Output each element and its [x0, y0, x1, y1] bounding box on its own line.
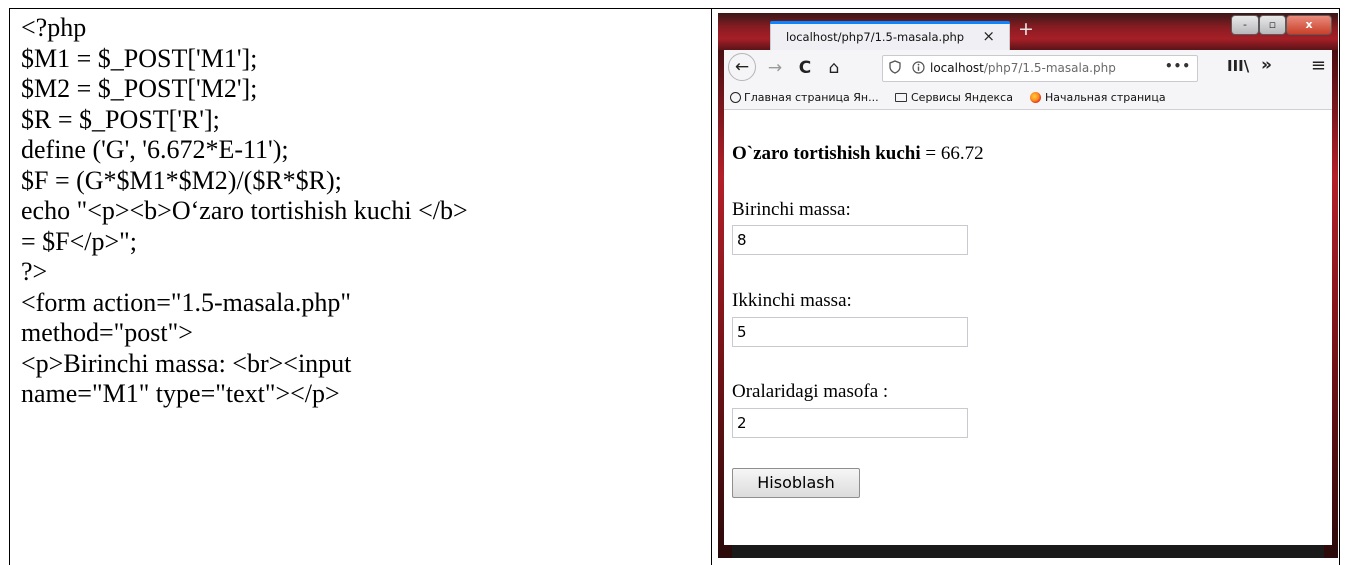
distance-input[interactable]: 2 [732, 408, 968, 438]
browser-tab[interactable]: localhost/php7/1.5-masala.php × [770, 21, 1010, 50]
mass1-label: Birinchi massa: [732, 199, 851, 220]
code-line: $M1 = $_POST['M1']; [21, 43, 258, 73]
overflow-chevron-icon[interactable]: » [1261, 55, 1272, 75]
code-line: = $F</p>"; [21, 226, 138, 256]
minimize-button[interactable]: - [1231, 15, 1259, 35]
url-host: localhost [930, 61, 984, 75]
address-bar[interactable]: localhost/php7/1.5-masala.php ••• [882, 55, 1198, 82]
code-line: ?> [21, 257, 48, 286]
shield-icon[interactable] [889, 56, 901, 81]
table-divider [711, 8, 712, 565]
bookmark-label: Главная страница Ян... [744, 91, 879, 104]
home-icon[interactable]: ⌂ [823, 56, 845, 80]
code-line: <p>Birinchi massa: <br><input [21, 348, 352, 378]
mass2-label: Ikkinchi massa: [732, 290, 852, 311]
distance-label: Oralaridagi masofa : [732, 381, 889, 402]
forward-arrow-icon[interactable]: → [764, 56, 786, 80]
reload-icon[interactable]: C [794, 56, 816, 80]
code-line: $M2 = $_POST['M2']; [21, 74, 258, 103]
close-window-button[interactable]: x [1286, 15, 1332, 35]
info-icon[interactable] [912, 56, 925, 81]
new-tab-button[interactable]: + [1018, 18, 1034, 40]
back-arrow-icon[interactable]: ← [728, 53, 756, 81]
globe-icon [730, 92, 741, 103]
bookmark-label: Начальная страница [1045, 91, 1166, 104]
url-path: /php7/1.5-masala.php [983, 61, 1116, 75]
library-icon[interactable]: III\ [1227, 57, 1249, 75]
code-line: define ('G', '6.672*E-11'); [21, 135, 289, 164]
url-text[interactable]: localhost/php7/1.5-masala.php [930, 56, 1116, 81]
bookmark-yandex-home[interactable]: Главная страница Ян... [730, 91, 879, 104]
result-line: O`zaro tortishish kuchi = 66.72 [732, 143, 984, 165]
page-actions-icon[interactable]: ••• [1165, 54, 1191, 79]
browser-window: localhost/php7/1.5-masala.php × + - ▫ x … [718, 13, 1338, 558]
bookmark-yandex-services[interactable]: Сервисы Яндекса [895, 91, 1013, 104]
code-line: method="post"> [21, 318, 193, 347]
code-line: $F = (G*$M1*$M2)/($R*$R); [21, 165, 342, 195]
firefox-icon [1030, 92, 1041, 103]
code-line: <form action="1.5-masala.php" [21, 287, 351, 317]
navigation-toolbar: ← → C ⌂ localhost/php7/1.5-masala.php ••… [724, 50, 1332, 87]
hamburger-menu-icon[interactable]: ≡ [1311, 55, 1326, 76]
tab-close-icon[interactable]: × [982, 27, 995, 45]
page-content: O`zaro tortishish kuchi = 66.72 Birinchi… [724, 110, 1332, 545]
mass2-input[interactable]: 5 [732, 317, 968, 347]
result-label: O`zaro tortishish kuchi [732, 143, 921, 164]
title-bar: localhost/php7/1.5-masala.php × + - ▫ x [718, 13, 1338, 50]
tab-active-indicator [770, 21, 1010, 24]
code-line: name="M1" type="text"></p> [21, 379, 340, 408]
result-value: = 66.72 [920, 143, 984, 164]
mass1-input[interactable]: 8 [732, 225, 968, 255]
code-line: <?php [21, 13, 87, 42]
bookmark-start-page[interactable]: Начальная страница [1030, 91, 1166, 104]
bookmark-label: Сервисы Яндекса [911, 91, 1013, 104]
calculate-button[interactable]: Hisoblash [732, 468, 860, 498]
php-code-listing: <?php $M1 = $_POST['M1']; $M2 = $_POST['… [21, 13, 711, 410]
folder-icon [895, 93, 907, 102]
bookmarks-toolbar: Главная страница Ян... Сервисы Яндекса Н… [724, 87, 1332, 110]
tab-title: localhost/php7/1.5-masala.php [786, 30, 965, 44]
code-line: $R = $_POST['R']; [21, 104, 220, 134]
code-line: echo "<p><b>O‘zaro tortishish kuchi </b> [21, 196, 468, 225]
maximize-button[interactable]: ▫ [1259, 15, 1286, 35]
